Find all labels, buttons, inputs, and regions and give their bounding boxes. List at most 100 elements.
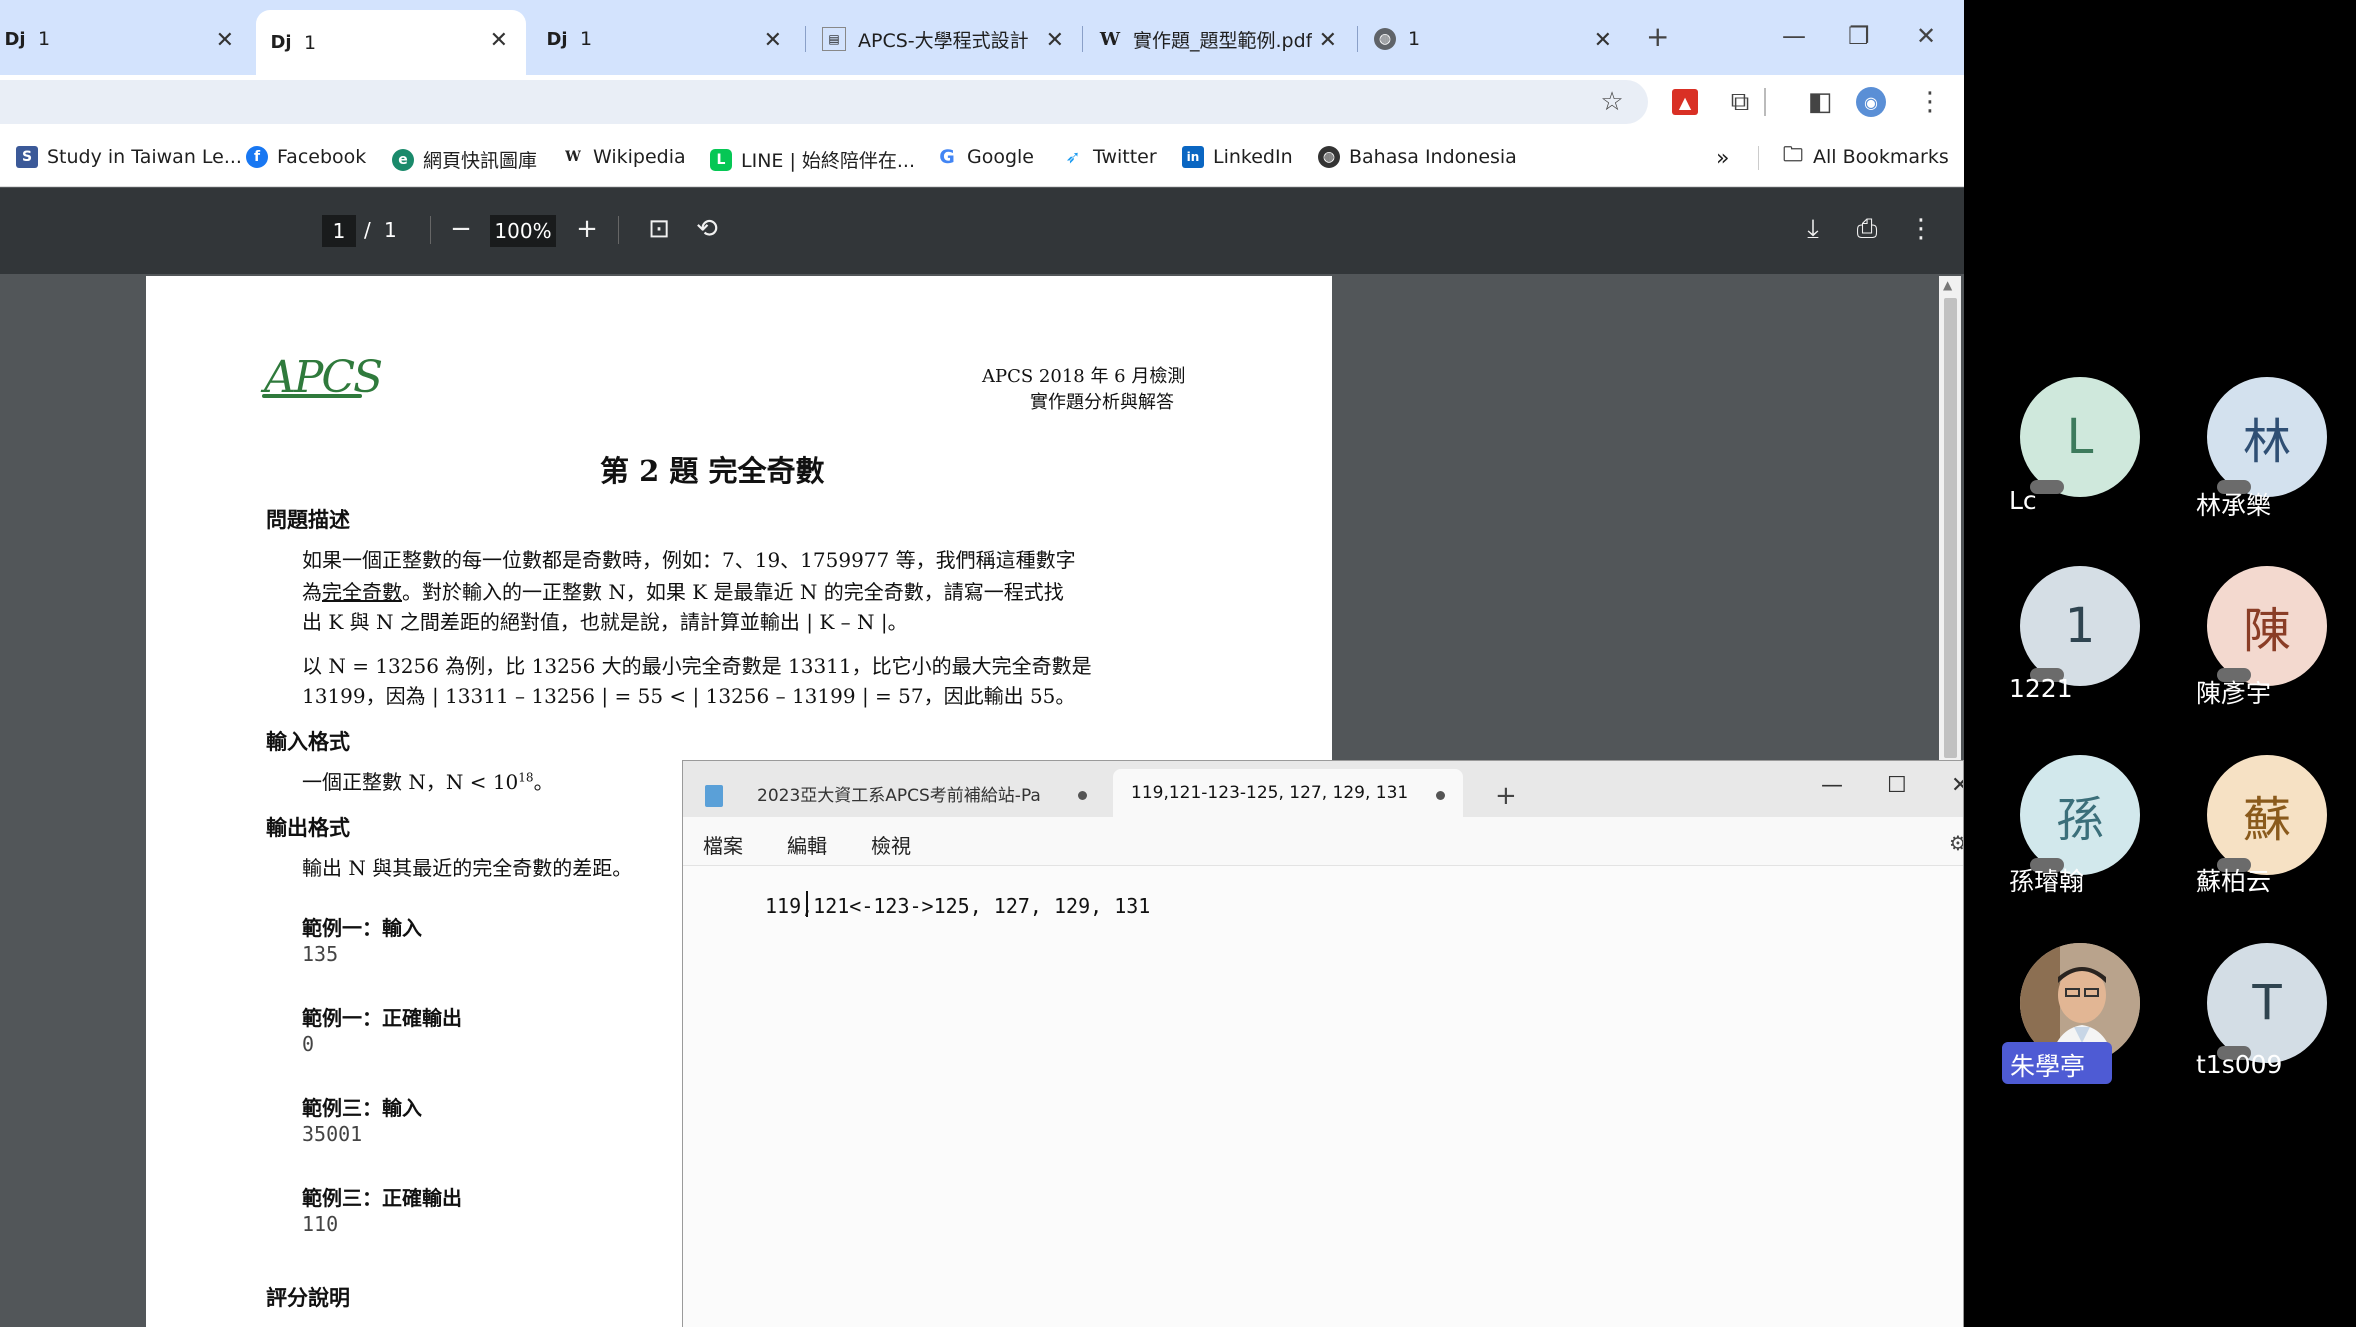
close-icon[interactable]: ✕ bbox=[216, 28, 234, 53]
example3-input-value: 35001 bbox=[302, 1122, 363, 1146]
toolbar-divider bbox=[1764, 88, 1766, 116]
browser-window: Dj 1 ✕ Dj 1 ✕ Dj 1 ✕ ▤ APCS-大學程式設計 ✕ W 實… bbox=[0, 0, 1964, 1327]
notepad-minimize-icon[interactable]: — bbox=[1821, 773, 1843, 798]
download-icon[interactable]: ⤓ bbox=[1796, 214, 1830, 245]
bookmark-bahasa-indonesia[interactable]: ◍ Bahasa Indonesia bbox=[1318, 146, 1517, 168]
notepad-text-content[interactable]: 119,121<-123->125, 127, 129, 131 bbox=[765, 894, 1150, 918]
example-text-line2: 13199，因為 | 13311 – 13256 | = 55 < | 1325… bbox=[302, 684, 1076, 708]
notepad-editor[interactable] bbox=[683, 865, 1963, 1327]
puzzle-icon[interactable]: ⧉ bbox=[1724, 86, 1756, 118]
output-description: 輸出 N 與其最近的完全奇數的差距。 bbox=[302, 856, 633, 880]
participant-avatar[interactable]: T bbox=[2207, 943, 2327, 1063]
bookmark-study-in-taiwan[interactable]: S Study in Taiwan Le... bbox=[16, 146, 242, 168]
bookmark-linkedin[interactable]: in LinkedIn bbox=[1182, 146, 1293, 168]
participant-name: 蘇柏云 bbox=[2196, 867, 2272, 896]
participant-name: 陳彥宇 bbox=[2196, 679, 2272, 708]
tab-separator bbox=[1082, 26, 1083, 52]
page-separator: / bbox=[364, 218, 371, 242]
menu-view[interactable]: 檢視 bbox=[871, 830, 911, 859]
print-icon[interactable]: ⎙ bbox=[1850, 214, 1884, 245]
facebook-icon: f bbox=[246, 146, 268, 168]
problem-title: 第 2 題 完全奇數 bbox=[600, 454, 825, 488]
participant-name: 朱學亭 bbox=[2010, 1052, 2086, 1081]
tab-django-2[interactable]: Dj 1 ✕ bbox=[256, 10, 526, 75]
tab-globe[interactable]: ◍ 1 ✕ bbox=[1360, 10, 1630, 68]
example3-input-label: 範例三：輸入 bbox=[302, 1096, 422, 1120]
edge-icon: e bbox=[392, 148, 414, 171]
menu-file[interactable]: 檔案 bbox=[703, 830, 743, 859]
participant-avatar[interactable]: 蘇 bbox=[2207, 755, 2327, 875]
menu-edit[interactable]: 編輯 bbox=[787, 830, 827, 859]
new-tab-button[interactable]: + bbox=[1646, 20, 1669, 53]
globe-icon: ◍ bbox=[1374, 28, 1396, 50]
toolbar-divider bbox=[430, 216, 431, 244]
close-window-icon[interactable]: ✕ bbox=[1916, 22, 1936, 50]
minimize-icon[interactable]: — bbox=[1782, 22, 1806, 50]
fit-page-icon[interactable]: ⊡ bbox=[642, 214, 676, 244]
participants-panel: L Lc 林 林承樂 1 1221 陳 陳彥宇 孫 孫璿翰 蘇 蘇柏云 朱學亭 … bbox=[1964, 0, 2356, 1327]
tab-django-3[interactable]: Dj 1 ✕ bbox=[532, 10, 800, 68]
notepad-maximize-icon[interactable]: ☐ bbox=[1887, 773, 1907, 798]
pdf-scrollbar-thumb[interactable] bbox=[1944, 298, 1957, 758]
profile-avatar[interactable]: ◉ bbox=[1856, 87, 1886, 117]
notepad-app-icon bbox=[705, 785, 723, 807]
page-total: 1 bbox=[384, 218, 397, 242]
example1-input-label: 範例一：輸入 bbox=[302, 916, 422, 940]
bookmarks-overflow-button[interactable]: » bbox=[1716, 146, 1729, 171]
heading-problem: 問題描述 bbox=[266, 507, 350, 532]
example3-output-label: 範例三：正確輸出 bbox=[302, 1186, 462, 1210]
star-icon[interactable]: ☆ bbox=[1596, 86, 1628, 118]
page-number-input[interactable]: 1 bbox=[322, 215, 356, 247]
header-line2: 實作題分析與解答 bbox=[1030, 392, 1174, 413]
close-icon[interactable]: ✕ bbox=[764, 28, 782, 53]
close-icon[interactable]: ✕ bbox=[1319, 28, 1337, 53]
logo-underline bbox=[262, 394, 362, 398]
example3-output-value: 110 bbox=[302, 1212, 339, 1236]
wikipedia-icon: W bbox=[565, 149, 581, 165]
input-description: 一個正整數 N，N < 1018。 bbox=[302, 770, 554, 794]
notepad-tab-1[interactable]: 2023亞大資工系APCS考前補給站-Pa bbox=[739, 769, 1151, 817]
notepad-tab-2[interactable]: 119,121-123-125, 127, 129, 131 bbox=[1113, 769, 1463, 817]
participant-avatar[interactable]: 林 bbox=[2207, 377, 2327, 497]
tab-separator bbox=[1357, 26, 1358, 52]
participant-name: 林承樂 bbox=[2196, 491, 2272, 520]
participant-avatar[interactable]: 孫 bbox=[2020, 755, 2140, 875]
notepad-new-tab-button[interactable]: + bbox=[1495, 781, 1517, 811]
study-icon: S bbox=[16, 146, 38, 168]
bookmark-google[interactable]: G Google bbox=[936, 146, 1034, 168]
scroll-up-icon[interactable]: ▲ bbox=[1943, 278, 1952, 292]
django-icon: Dj bbox=[546, 28, 568, 50]
bookmark-facebook[interactable]: f Facebook bbox=[246, 146, 366, 168]
pdf-menu-kebab-icon[interactable]: ⋮ bbox=[1904, 214, 1938, 244]
restore-icon[interactable]: ❐ bbox=[1848, 22, 1870, 50]
zoom-out-icon[interactable]: − bbox=[444, 214, 478, 244]
close-icon[interactable]: ✕ bbox=[1046, 28, 1064, 53]
tab-apcs[interactable]: ▤ APCS-大學程式設計 ✕ bbox=[808, 10, 1082, 68]
toolbar-divider bbox=[618, 216, 619, 244]
settings-gear-icon[interactable]: ⚙ bbox=[1949, 831, 1963, 855]
bookmark-web-clips[interactable]: e 網頁快訊圖庫 bbox=[392, 146, 537, 173]
bookmark-wikipedia[interactable]: W Wikipedia bbox=[562, 146, 686, 168]
tab-pdf[interactable]: W 實作題_題型範例.pdf ✕ bbox=[1085, 10, 1355, 68]
extension-icon[interactable]: ▲ bbox=[1672, 89, 1698, 115]
all-bookmarks-button[interactable]: 🗀 All Bookmarks bbox=[1782, 142, 1949, 168]
rotate-icon[interactable]: ⟲ bbox=[690, 214, 724, 244]
line-icon: L bbox=[710, 148, 732, 171]
unsaved-dot-icon bbox=[1078, 791, 1087, 800]
zoom-level-input[interactable]: 100% bbox=[490, 215, 556, 247]
example-text-line1: 以 N = 13256 為例，比 13256 大的最小完全奇數是 13311，比… bbox=[302, 654, 1092, 678]
side-panel-icon[interactable]: ◧ bbox=[1804, 86, 1836, 118]
notepad-close-icon[interactable]: ✕ bbox=[1951, 773, 1963, 798]
bookmark-line[interactable]: L LINE | 始終陪伴在... bbox=[710, 146, 915, 173]
close-icon[interactable]: ✕ bbox=[490, 28, 508, 53]
menu-kebab-icon[interactable]: ⋮ bbox=[1914, 86, 1946, 118]
example1-output-value: 0 bbox=[302, 1032, 315, 1056]
bookmark-twitter[interactable]: ➶ Twitter bbox=[1062, 146, 1156, 168]
close-icon[interactable]: ✕ bbox=[1594, 28, 1612, 53]
tab-django-1[interactable]: Dj 1 ✕ bbox=[0, 10, 252, 68]
globe-icon: ◍ bbox=[1318, 146, 1340, 168]
participant-avatar[interactable]: L bbox=[2020, 377, 2140, 497]
problem-text-line3: 出 K 與 N 之間差距的絕對值，也就是說，請計算並輸出 | K – N |。 bbox=[302, 610, 908, 634]
address-bar[interactable] bbox=[0, 80, 1648, 124]
zoom-in-icon[interactable]: + bbox=[570, 214, 604, 244]
